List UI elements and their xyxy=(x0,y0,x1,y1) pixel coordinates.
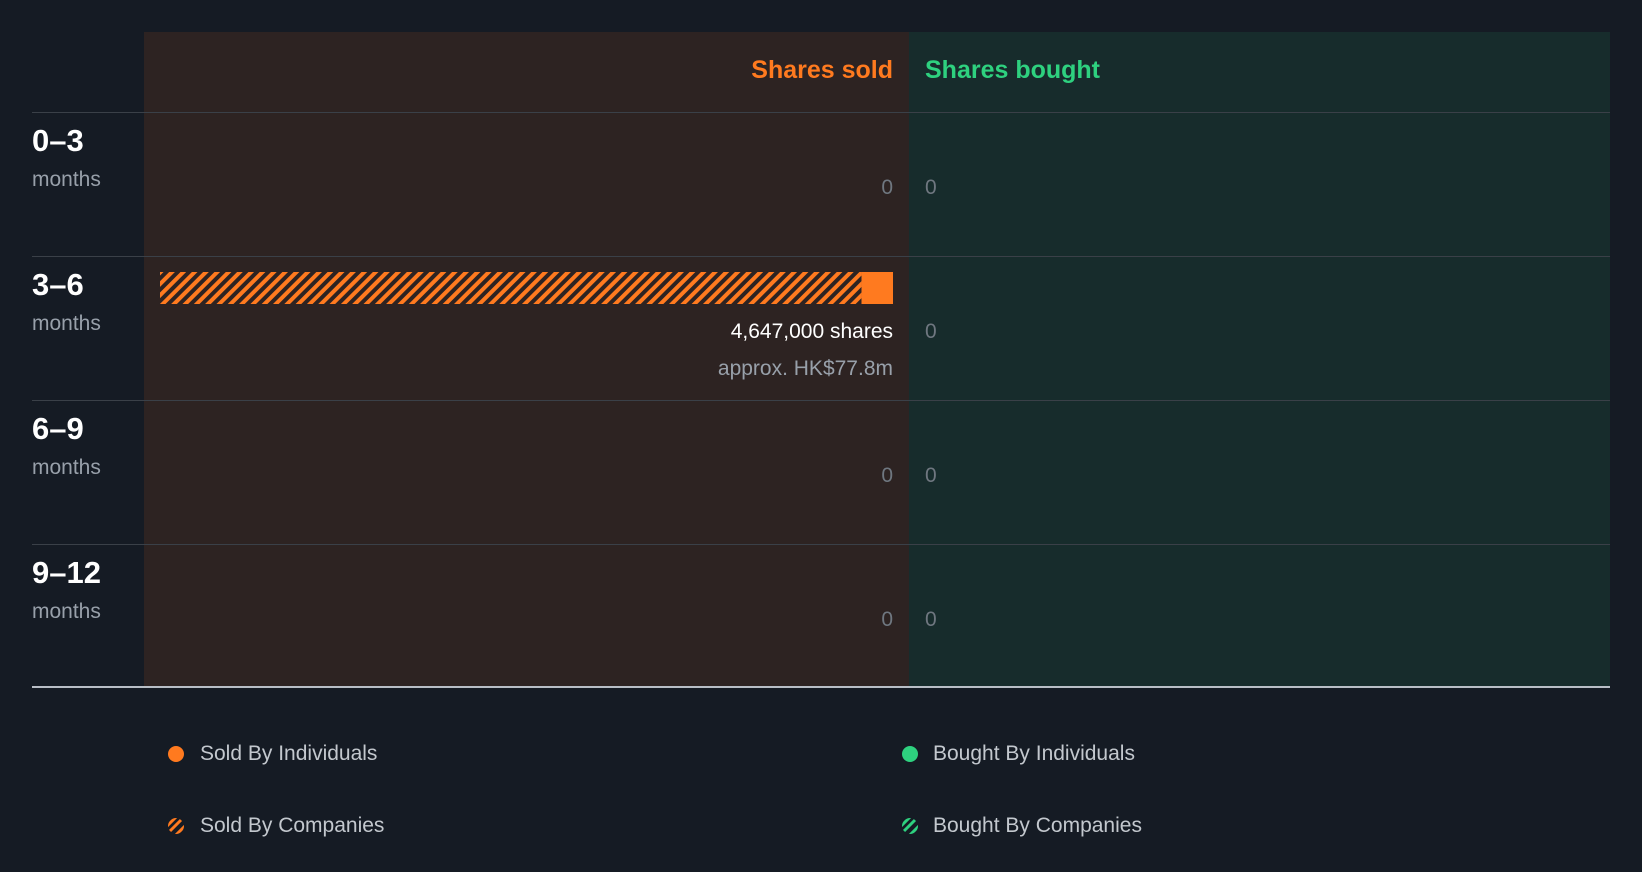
row-divider xyxy=(32,400,1610,401)
bought-value-label: 0 xyxy=(925,464,937,487)
row-range: 3–6 xyxy=(32,267,84,302)
legend-bought-individuals: Bought By Individuals xyxy=(933,742,1135,765)
header-shares-bought: Shares bought xyxy=(925,56,1101,84)
sold-value-label: 0 xyxy=(881,464,893,487)
row-label-9-12: 9–12 months xyxy=(32,555,101,625)
row-range: 0–3 xyxy=(32,123,84,158)
row-unit: months xyxy=(32,168,101,191)
legend-sold-individuals: Sold By Individuals xyxy=(200,742,378,765)
row-unit: months xyxy=(32,600,101,623)
sold-value-label: 0 xyxy=(881,608,893,631)
legend-swatch-bought-individuals xyxy=(902,746,918,762)
bought-panel xyxy=(909,32,1610,687)
sold-value-approx-label: approx. HK$77.8m xyxy=(717,357,893,380)
bought-value-label: 0 xyxy=(925,608,937,631)
bought-value-label: 0 xyxy=(925,320,937,343)
row-unit: months xyxy=(32,456,101,479)
row-range: 9–12 xyxy=(32,555,101,590)
row-range: 6–9 xyxy=(32,411,84,446)
row-divider xyxy=(32,112,1610,113)
bought-value-label: 0 xyxy=(925,176,937,199)
legend-swatch-sold-companies xyxy=(168,818,184,834)
row-label-0-3: 0–3 months xyxy=(32,123,101,193)
header-shares-sold: Shares sold xyxy=(751,56,893,84)
legend-sold-companies: Sold By Companies xyxy=(200,814,385,837)
row-unit: months xyxy=(32,312,101,335)
row-divider xyxy=(32,544,1610,545)
legend-swatch-bought-companies xyxy=(902,818,918,834)
legend-bought-companies: Bought By Companies xyxy=(933,814,1142,837)
row-divider xyxy=(32,256,1610,257)
row-label-3-6: 3–6 months xyxy=(32,267,101,337)
row-label-6-9: 6–9 months xyxy=(32,411,101,481)
sold-value-label: 0 xyxy=(881,176,893,199)
chart-baseline xyxy=(32,686,1610,688)
legend-swatch-sold-individuals xyxy=(168,746,184,762)
sold-value-label: 4,647,000 shares xyxy=(730,320,893,343)
